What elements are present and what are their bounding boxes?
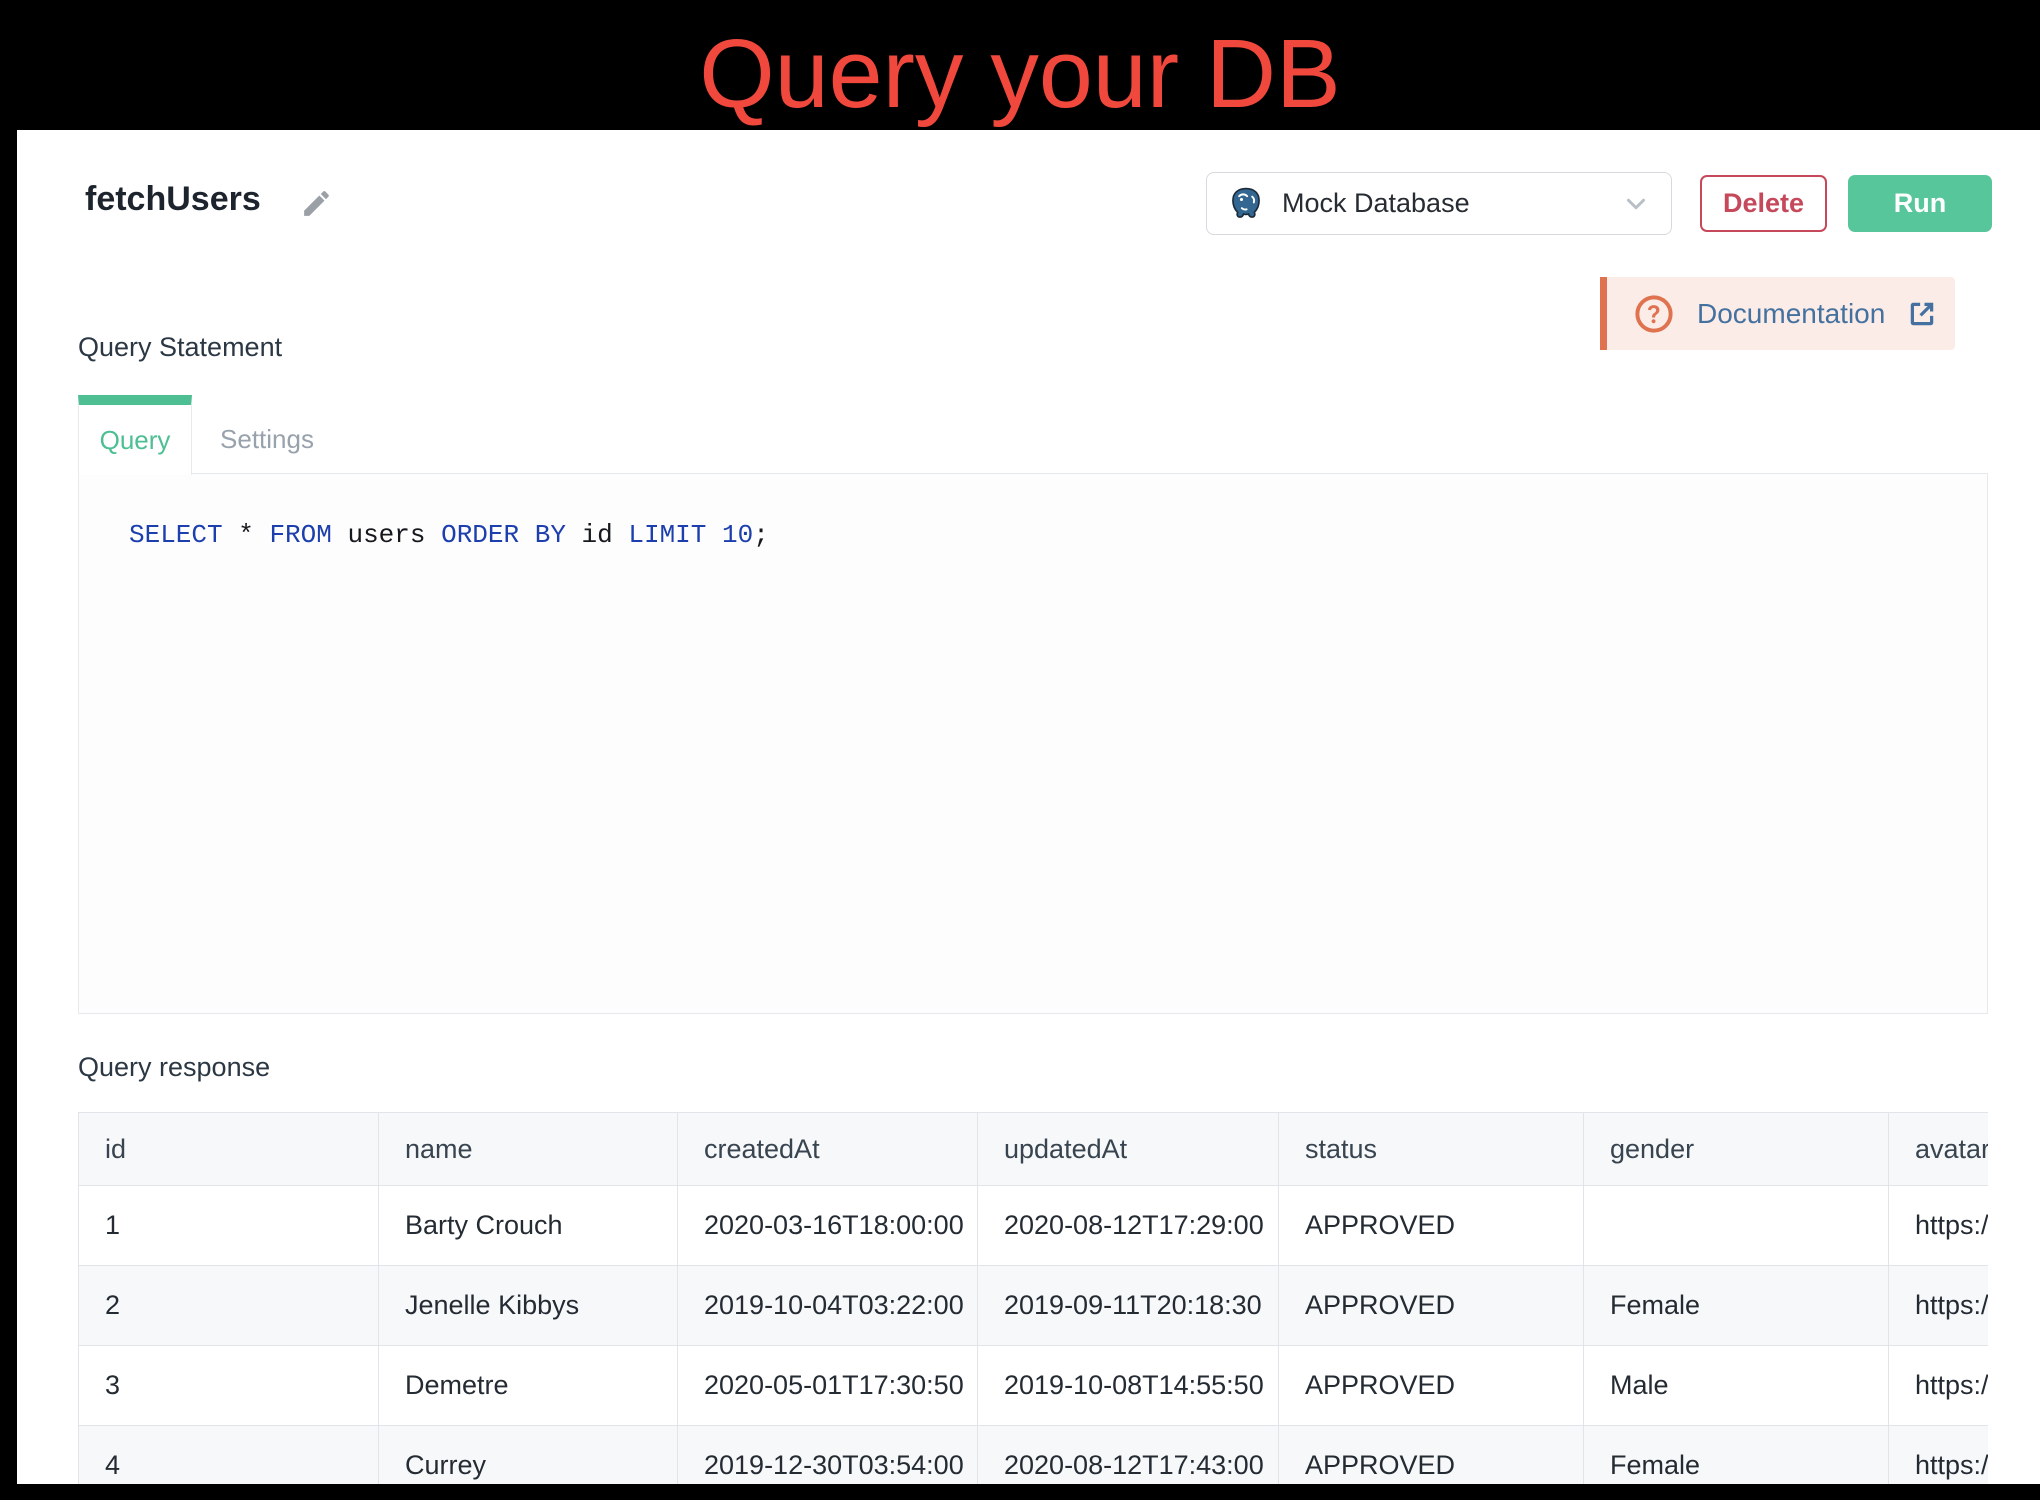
- table-row: 4Currey2019-12-30T03:54:002020-08-12T17:…: [79, 1426, 1989, 1485]
- column-header: status: [1279, 1113, 1584, 1186]
- table-cell: https://: [1889, 1426, 1989, 1485]
- documentation-link[interactable]: Documentation: [1697, 298, 1885, 330]
- sql-token: BY: [535, 520, 566, 550]
- table-cell: Jenelle Kibbys: [379, 1266, 678, 1346]
- top-banner: Query your DB: [0, 0, 2040, 130]
- resource-selector-value: Mock Database: [1282, 188, 1621, 219]
- question-mark-icon: [1633, 293, 1675, 335]
- documentation-banner[interactable]: Documentation: [1600, 277, 1955, 350]
- table-cell: 2020-08-12T17:29:00: [978, 1186, 1279, 1266]
- column-header: avatar: [1889, 1113, 1989, 1186]
- table-cell: Barty Crouch: [379, 1186, 678, 1266]
- table-cell: Male: [1584, 1346, 1889, 1426]
- sql-token: [706, 520, 722, 550]
- sql-token: users: [332, 520, 441, 550]
- column-header: updatedAt: [978, 1113, 1279, 1186]
- table-cell: 3: [79, 1346, 379, 1426]
- table-cell: APPROVED: [1279, 1266, 1584, 1346]
- sql-token: FROM: [269, 520, 331, 550]
- sql-token: [254, 520, 270, 550]
- column-header: name: [379, 1113, 678, 1186]
- table-cell: 2020-05-01T17:30:50: [678, 1346, 978, 1426]
- table-row: 2Jenelle Kibbys2019-10-04T03:22:002019-0…: [79, 1266, 1989, 1346]
- sql-token: *: [238, 520, 254, 550]
- table-cell: https://: [1889, 1266, 1989, 1346]
- table-cell: 2019-10-04T03:22:00: [678, 1266, 978, 1346]
- table-cell: Demetre: [379, 1346, 678, 1426]
- table-cell: 2019-12-30T03:54:00: [678, 1426, 978, 1485]
- sql-token: 10: [722, 520, 753, 550]
- edit-pencil-icon[interactable]: [300, 187, 333, 220]
- query-response-label: Query response: [78, 1052, 270, 1083]
- sql-code-line: SELECT * FROM users ORDER BY id LIMIT 10…: [129, 520, 769, 550]
- table-cell: APPROVED: [1279, 1426, 1584, 1485]
- column-header: id: [79, 1113, 379, 1186]
- table-cell: Currey: [379, 1426, 678, 1485]
- column-header: gender: [1584, 1113, 1889, 1186]
- resource-selector-dropdown[interactable]: Mock Database: [1206, 172, 1672, 235]
- content-panel: fetchUsers Mock Database Delete Run Docu…: [17, 130, 2040, 1484]
- chevron-down-icon: [1621, 189, 1651, 219]
- banner-title: Query your DB: [0, 0, 2040, 148]
- table-cell: APPROVED: [1279, 1186, 1584, 1266]
- tab-query[interactable]: Query: [78, 395, 192, 475]
- table-cell: 2019-10-08T14:55:50: [978, 1346, 1279, 1426]
- response-table-wrapper: idnamecreatedAtupdatedAtstatusgenderavat…: [78, 1112, 1988, 1484]
- query-name-title: fetchUsers: [85, 180, 261, 219]
- table-cell: https://: [1889, 1186, 1989, 1266]
- sql-token: [519, 520, 535, 550]
- column-header: createdAt: [678, 1113, 978, 1186]
- table-cell: Female: [1584, 1426, 1889, 1485]
- table-cell: 2020-08-12T17:43:00: [978, 1426, 1279, 1485]
- table-row: 1Barty Crouch2020-03-16T18:00:002020-08-…: [79, 1186, 1989, 1266]
- table-cell: APPROVED: [1279, 1346, 1584, 1426]
- table-cell: 4: [79, 1426, 379, 1485]
- query-editor[interactable]: SELECT * FROM users ORDER BY id LIMIT 10…: [78, 473, 1988, 1014]
- table-header-row: idnamecreatedAtupdatedAtstatusgenderavat…: [79, 1113, 1989, 1186]
- postgresql-icon: [1227, 185, 1265, 223]
- table-row: 3Demetre2020-05-01T17:30:502019-10-08T14…: [79, 1346, 1989, 1426]
- table-cell: 1: [79, 1186, 379, 1266]
- table-cell: 2019-09-11T20:18:30: [978, 1266, 1279, 1346]
- app-root: { "banner": { "title": "Query your DB" }…: [0, 0, 2040, 1500]
- sql-token: SELECT: [129, 520, 223, 550]
- sql-token: ORDER: [441, 520, 519, 550]
- external-link-icon: [1907, 299, 1937, 329]
- table-cell: 2020-03-16T18:00:00: [678, 1186, 978, 1266]
- table-cell: https://: [1889, 1346, 1989, 1426]
- sql-token: ;: [753, 520, 769, 550]
- table-cell: [1584, 1186, 1889, 1266]
- table-cell: 2: [79, 1266, 379, 1346]
- query-statement-label: Query Statement: [78, 332, 282, 363]
- response-table: idnamecreatedAtupdatedAtstatusgenderavat…: [78, 1112, 1988, 1484]
- sql-token: [223, 520, 239, 550]
- run-button[interactable]: Run: [1848, 175, 1992, 232]
- delete-button[interactable]: Delete: [1700, 175, 1827, 232]
- sql-token: id: [566, 520, 628, 550]
- tab-settings[interactable]: Settings: [193, 405, 341, 473]
- table-cell: Female: [1584, 1266, 1889, 1346]
- sql-token: LIMIT: [628, 520, 706, 550]
